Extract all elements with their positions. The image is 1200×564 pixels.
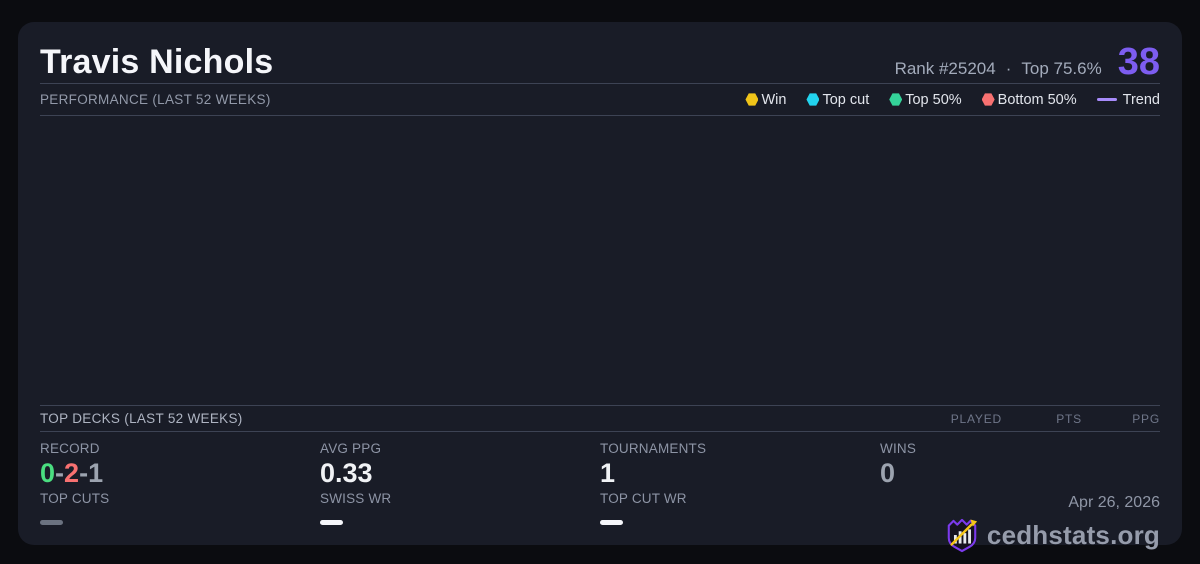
score-value: 38 [1118, 43, 1160, 81]
record-losses: 2 [64, 458, 79, 488]
record-wins: 0 [40, 458, 55, 488]
brand-row: cedhstats.org [945, 517, 1160, 554]
stat-tournaments: TOURNAMENTS 1 [600, 441, 880, 489]
top-cut-wr-empty-dash [600, 520, 623, 525]
performance-section-label: PERFORMANCE (LAST 52 WEEKS) [40, 92, 271, 107]
stat-avg-ppg: AVG PPG 0.33 [320, 441, 600, 489]
legend-label: Win [761, 92, 786, 108]
rank-text: Rank #25204 [895, 59, 996, 79]
trend-line-icon [1097, 98, 1117, 101]
stat-wins: WINS 0 [880, 441, 1160, 489]
top-decks-header-row: TOP DECKS (LAST 52 WEEKS) PLAYED PTS PPG [40, 406, 1160, 432]
cedhstats-logo-icon [945, 517, 979, 554]
stat-value-avg-ppg: 0.33 [320, 458, 600, 489]
page-title: Travis Nichols [40, 41, 273, 84]
legend-item-top-cut: Top cut [806, 92, 869, 108]
legend-item-trend: Trend [1097, 92, 1160, 108]
stat-top-cut-wr: TOP CUT WR [600, 491, 880, 525]
win-dot-icon [745, 93, 758, 106]
record-separator: - [79, 458, 88, 488]
column-header-pts: PTS [1002, 412, 1082, 426]
stat-label-avg-ppg: AVG PPG [320, 441, 600, 456]
record-separator: - [55, 458, 64, 488]
stat-label-top-cut-wr: TOP CUT WR [600, 491, 880, 506]
legend-label: Top 50% [905, 92, 961, 108]
player-stats-card: Travis Nichols Rank #25204 · Top 75.6% 3… [18, 22, 1182, 545]
legend-label: Bottom 50% [998, 92, 1077, 108]
performance-chart-area [40, 116, 1160, 406]
stats-grid: RECORD 0-2-1 AVG PPG 0.33 TOURNAMENTS 1 … [40, 432, 1160, 527]
stat-value-wins: 0 [880, 458, 1160, 489]
top-50-dot-icon [889, 93, 902, 106]
rank-separator: · [1006, 59, 1012, 79]
stat-label-wins: WINS [880, 441, 1160, 456]
top-decks-columns: PLAYED PTS PPG [922, 412, 1160, 426]
top-percent-text: Top 75.6% [1021, 59, 1101, 79]
brand-name: cedhstats.org [987, 520, 1160, 551]
record-draws: 1 [88, 458, 103, 488]
stat-label-record: RECORD [40, 441, 320, 456]
performance-header-row: PERFORMANCE (LAST 52 WEEKS) Win Top cut … [40, 84, 1160, 116]
stat-record: RECORD 0-2-1 [40, 441, 320, 489]
stat-top-cuts: TOP CUTS [40, 491, 320, 525]
legend-item-win: Win [745, 92, 786, 108]
footer-block: Apr 26, 2026 cedhstats.org [945, 494, 1160, 554]
card-header: Travis Nichols Rank #25204 · Top 75.6% 3… [40, 22, 1160, 84]
column-header-played: PLAYED [922, 412, 1002, 426]
legend-item-bottom-50: Bottom 50% [982, 92, 1077, 108]
column-header-ppg: PPG [1082, 412, 1160, 426]
stat-label-tournaments: TOURNAMENTS [600, 441, 880, 456]
top-decks-section-label: TOP DECKS (LAST 52 WEEKS) [40, 411, 243, 426]
stat-value-record: 0-2-1 [40, 458, 320, 489]
stat-swiss-wr: SWISS WR [320, 491, 600, 525]
header-right: Rank #25204 · Top 75.6% 38 [895, 43, 1160, 83]
chart-legend: Win Top cut Top 50% Bottom 50% Trend [745, 92, 1160, 108]
top-cuts-empty-dash [40, 520, 63, 525]
top-cut-dot-icon [806, 93, 819, 106]
legend-item-top-50: Top 50% [889, 92, 961, 108]
stat-label-swiss-wr: SWISS WR [320, 491, 600, 506]
swiss-wr-empty-dash [320, 520, 343, 525]
bottom-50-dot-icon [982, 93, 995, 106]
legend-label: Top cut [822, 92, 869, 108]
rank-line: Rank #25204 · Top 75.6% [895, 59, 1102, 79]
legend-label: Trend [1123, 92, 1160, 108]
stat-label-top-cuts: TOP CUTS [40, 491, 320, 506]
stat-value-tournaments: 1 [600, 458, 880, 489]
report-date: Apr 26, 2026 [945, 494, 1160, 512]
